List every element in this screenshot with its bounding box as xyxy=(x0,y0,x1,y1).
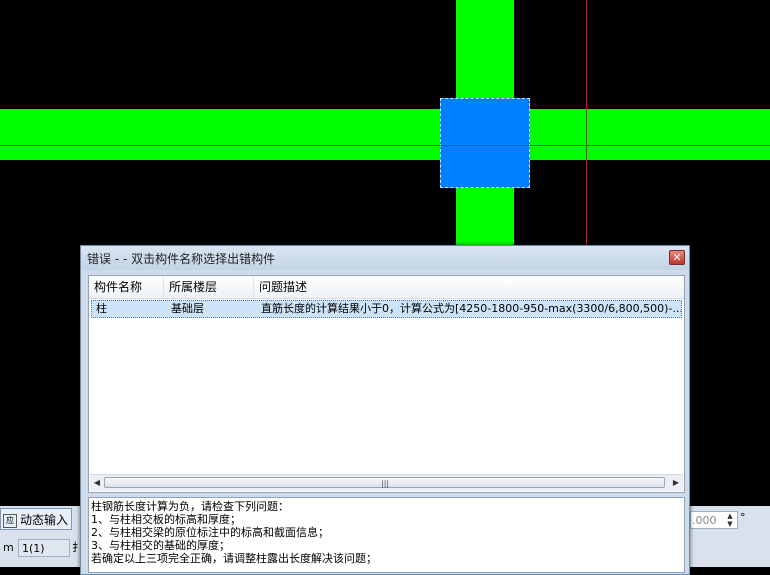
column-header-component[interactable]: 构件名称 xyxy=(89,276,164,298)
angle-unit: ° xyxy=(740,511,746,524)
spin-down-icon[interactable]: ▼ xyxy=(724,520,736,528)
error-dialog: 错误 - - 双击构件名称选择出错构件 ✕ 构件名称 所属楼层 问题描述 柱 基… xyxy=(80,245,690,575)
scroll-thumb[interactable]: ||| xyxy=(104,477,665,488)
horizontal-axis-line xyxy=(0,145,770,146)
table-row[interactable]: 柱 基础层 直筋长度的计算结果小于0，计算公式为[4250-1800-950-m… xyxy=(91,300,682,318)
dialog-titlebar[interactable]: 错误 - - 双击构件名称选择出错构件 ✕ xyxy=(81,246,689,270)
close-icon[interactable]: ✕ xyxy=(669,250,685,265)
error-list[interactable]: 构件名称 所属楼层 问题描述 柱 基础层 直筋长度的计算结果小于0，计算公式为[… xyxy=(88,275,685,493)
dialog-title: 错误 - - 双击构件名称选择出错构件 xyxy=(87,252,276,266)
message-line: 2、与柱相交梁的原位标注中的标高和截面信息； xyxy=(91,526,329,539)
dynamic-input-label: 动态输入 xyxy=(20,513,69,527)
angle-spinner[interactable]: ▲ ▼ xyxy=(724,512,736,528)
spin-up-icon[interactable]: ▲ xyxy=(724,512,736,520)
row-component[interactable]: 柱 xyxy=(92,301,167,317)
scroll-right-icon[interactable]: ▶ xyxy=(669,476,683,490)
error-list-header: 构件名称 所属楼层 问题描述 xyxy=(89,276,684,299)
horizontal-beam[interactable] xyxy=(0,109,770,160)
scroll-left-icon[interactable]: ◀ xyxy=(90,476,104,490)
column-header-floor[interactable]: 所属楼层 xyxy=(164,276,254,298)
horizontal-scrollbar[interactable]: ◀ ||| ▶ xyxy=(90,474,683,491)
selected-column[interactable] xyxy=(440,98,530,188)
dynamic-input-button[interactable]: 应动态输入 xyxy=(0,508,72,530)
status-layer-cell[interactable]: 1(1) xyxy=(18,539,70,557)
message-line: 柱钢筋长度计算为负，请检查下列问题： xyxy=(91,500,289,513)
column-header-description[interactable]: 问题描述 xyxy=(254,276,684,298)
message-line: 若确定以上三项完全正确，请调整柱露出长度解决该问题； xyxy=(91,552,377,565)
row-description: 直筋长度的计算结果小于0，计算公式为[4250-1800-950-max(330… xyxy=(261,302,681,315)
row-floor: 基础层 xyxy=(171,302,204,315)
status-unit-cell: m xyxy=(3,541,14,554)
problem-description-text: 柱钢筋长度计算为负，请检查下列问题： 1、与柱相交板的标高和厚度； 2、与柱相交… xyxy=(88,497,685,573)
message-line: 1、与柱相交板的标高和厚度； xyxy=(91,513,241,526)
dynamic-input-icon: 应 xyxy=(3,513,17,528)
scroll-grip-icon: ||| xyxy=(381,479,390,488)
message-line: 3、与柱相交的基础的厚度； xyxy=(91,539,230,552)
